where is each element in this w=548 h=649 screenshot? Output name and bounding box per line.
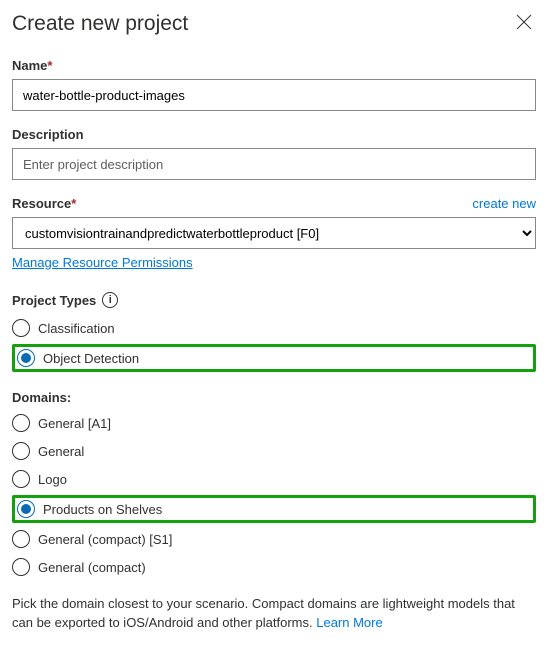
resource-select[interactable]: customvisiontrainandpredictwaterbottlepr… [12, 217, 536, 249]
radio-object-detection[interactable]: Object Detection [17, 349, 139, 367]
radio-icon [12, 319, 30, 337]
domain-help-text: Pick the domain closest to your scenario… [12, 595, 536, 633]
description-label: Description [12, 127, 536, 142]
dialog-title: Create new project [12, 12, 188, 36]
radio-label: Products on Shelves [43, 502, 162, 517]
radio-general-a1[interactable]: General [A1] [12, 411, 536, 435]
highlight-box: Object Detection [12, 344, 536, 372]
create-new-link[interactable]: create new [472, 196, 536, 211]
learn-more-link[interactable]: Learn More [316, 615, 382, 630]
info-icon[interactable]: i [102, 292, 118, 308]
radio-classification[interactable]: Classification [12, 316, 536, 340]
radio-label: General [38, 444, 84, 459]
radio-general-compact[interactable]: General (compact) [12, 555, 536, 579]
radio-icon [17, 500, 35, 518]
name-label: Name* [12, 58, 536, 73]
radio-icon [17, 349, 35, 367]
radio-label: Classification [38, 321, 115, 336]
resource-label: Resource* [12, 196, 76, 211]
radio-icon [12, 530, 30, 548]
manage-resource-permissions-link[interactable]: Manage Resource Permissions [12, 255, 193, 270]
radio-label: Logo [38, 472, 67, 487]
radio-label: General (compact) [S1] [38, 532, 172, 547]
project-types-group: Classification Object Detection [12, 316, 536, 372]
radio-general[interactable]: General [12, 439, 536, 463]
radio-products-on-shelves[interactable]: Products on Shelves [17, 500, 162, 518]
domains-group: General [A1] General Logo Products on Sh… [12, 411, 536, 579]
radio-icon [12, 414, 30, 432]
radio-label: Object Detection [43, 351, 139, 366]
description-input[interactable] [12, 148, 536, 180]
radio-icon [12, 558, 30, 576]
project-types-label: Project Types [12, 293, 96, 308]
domains-label: Domains: [12, 390, 536, 405]
close-icon[interactable] [512, 12, 536, 35]
radio-label: General (compact) [38, 560, 146, 575]
name-input[interactable] [12, 79, 536, 111]
radio-label: General [A1] [38, 416, 111, 431]
radio-general-compact-s1[interactable]: General (compact) [S1] [12, 527, 536, 551]
radio-logo[interactable]: Logo [12, 467, 536, 491]
radio-icon [12, 442, 30, 460]
radio-icon [12, 470, 30, 488]
highlight-box: Products on Shelves [12, 495, 536, 523]
